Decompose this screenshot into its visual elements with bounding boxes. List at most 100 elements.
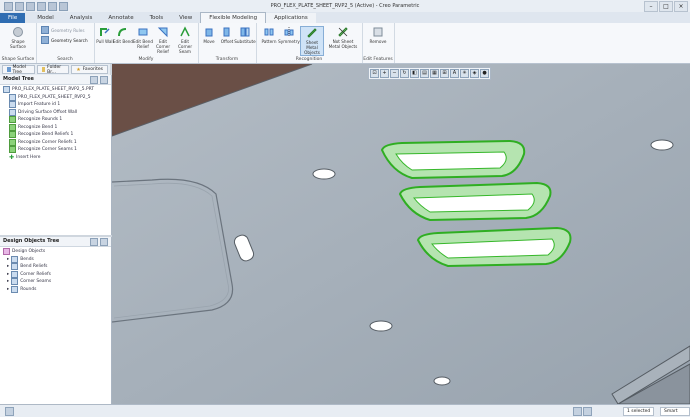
geometry-rules-button[interactable]: Geometry Rules [41,26,85,34]
appearance-icon[interactable]: ● [480,69,489,78]
tree-settings-icon[interactable] [100,76,108,84]
design-object-item[interactable]: ▸ Bend Reliefs [3,263,111,271]
tab-model-tree[interactable]: Model Tree [2,65,35,75]
ribbon-tabs: File Model Analysis Annotate Tools View … [0,12,690,23]
substitute-icon [239,26,251,38]
expand-icon[interactable]: ▸ [7,263,9,271]
shape-surface-button[interactable]: Shape Surface [7,26,29,49]
edit-bend-button[interactable]: Edit Bend [112,26,134,44]
not-sheet-metal-objects-button[interactable]: Not Sheet Metal Objects [328,26,358,49]
shape-surface-icon [12,26,24,38]
close-icon[interactable]: × [674,1,688,12]
design-object-item[interactable]: ▸ Rounds [3,285,111,294]
window-controls: – □ × [644,1,688,12]
edit-corner-seam-icon [179,26,191,38]
tree-item[interactable]: Recognize Bend Reliefs 1 [3,131,111,139]
model-graphics [112,64,690,404]
tab-flexible-modeling[interactable]: Flexible Modeling [200,12,267,23]
expand-icon[interactable]: ▸ [7,256,9,264]
navigator-tabs: Model Tree Folder Br... ★ Favorites [0,64,110,75]
saved-views-icon[interactable]: ▤ [420,69,429,78]
tab-favorites[interactable]: ★ Favorites [71,65,108,74]
symmetry-button[interactable]: Symmetry [278,26,300,44]
sheet-plate [112,64,690,404]
design-objects-panel: Design Objects Tree Design Objects ▸ Bend… [0,237,112,404]
design-object-item[interactable]: ▸ Corner Reliefs [3,270,111,279]
expand-icon[interactable]: ▸ [7,278,9,286]
corner-seams-icon [11,278,19,286]
recognize-icon [9,116,16,124]
tree-root[interactable]: PRO_FLEX_PLATE_SHEET_RVP2_5.PRT [3,86,111,94]
zoom-out-icon[interactable]: − [390,69,399,78]
tree-item[interactable]: Recognize Bend 1 [3,123,111,132]
recognize-icon [9,146,16,154]
edit-corner-relief-button[interactable]: Edit Corner Relief [152,26,174,54]
hole [433,376,451,386]
find-icon[interactable] [573,407,582,416]
edit-corner-relief-icon [157,26,169,38]
design-object-item[interactable]: ▸ Corner Seams [3,278,111,286]
tree-filter-icon[interactable] [90,76,98,84]
view-manager-icon[interactable]: ▦ [430,69,439,78]
expand-icon[interactable]: ▸ [7,286,9,294]
substitute-button[interactable]: Substitute [234,26,256,44]
tree-item[interactable]: Import Feature id 1 [3,101,111,109]
model-tree-panel: Model Tree PRO_FLEX_PLATE_SHEET_RVP2_5.P… [0,75,112,235]
tree-item-insert-here[interactable]: ✚ Insert Here [3,154,111,162]
tree-item[interactable]: Recognize Corner Reliefs 1 [3,138,111,147]
repaint-icon[interactable]: ↻ [400,69,409,78]
bends-icon [11,255,19,263]
group-search: Geometry Rules Geometry Search Search [36,23,95,63]
zoom-in-icon[interactable]: + [380,69,389,78]
tree-item[interactable]: Recognize Corner Seams 1 [3,146,111,154]
edit-corner-seam-button[interactable]: Edit Corner Seam [174,26,196,54]
group-label-recognition: Recognition [295,57,323,62]
design-objects-root[interactable]: Design Objects [3,248,111,256]
sheet-metal-objects-button[interactable]: Sheet Metal Objects [300,26,324,56]
recognize-icon [9,138,16,146]
group-transform: Move Offset Substitute Transform [198,23,257,63]
tab-annotate[interactable]: Annotate [100,13,141,23]
tree-filter-icon[interactable] [90,238,98,246]
datum-display-icon[interactable]: ⊞ [440,69,449,78]
tab-tools[interactable]: Tools [142,13,172,23]
perspective-icon[interactable]: ◈ [470,69,479,78]
geometry-search-button[interactable]: Geometry Search [41,36,88,44]
annotation-display-icon[interactable]: A [450,69,459,78]
selection-filter[interactable]: Smart [660,407,690,416]
tree-item[interactable]: Driving Surface Offset Wall [3,108,111,117]
tree-item[interactable]: Recognize Rounds 1 [3,116,111,124]
star-icon: ★ [76,66,81,73]
minimize-icon[interactable]: – [644,1,658,12]
tab-file[interactable]: File [0,13,26,23]
message-log-icon[interactable] [5,407,14,416]
tree-settings-icon[interactable] [100,238,108,246]
edit-bend-relief-button[interactable]: Edit Bend Relief [132,26,154,49]
tab-applications[interactable]: Applications [266,13,316,23]
tree-item[interactable]: PRO_FLEX_PLATE_SHEET_RVP2_5 [3,93,111,102]
tab-view[interactable]: View [171,13,200,23]
design-objects-title: Design Objects Tree [0,237,111,247]
tab-folder-browser[interactable]: Folder Br... [36,65,70,75]
pattern-button[interactable]: Pattern [258,26,280,44]
wall-icon [9,108,16,116]
design-object-item[interactable]: ▸ Bends [3,255,111,264]
remove-button[interactable]: Remove [367,26,389,44]
geometry-rules-icon [41,26,49,34]
hole [650,139,674,151]
selection-icon[interactable] [583,407,592,416]
move-icon [203,26,215,38]
tab-analysis[interactable]: Analysis [62,13,101,23]
model-tree-tools [90,76,108,84]
refit-icon[interactable]: ⊡ [370,69,379,78]
model-tree-title: Model Tree [0,75,111,85]
binoculars-icon [41,36,49,44]
group-edit-features: Remove Edit Features [362,23,395,63]
expand-icon[interactable]: ▸ [7,271,9,279]
maximize-icon[interactable]: □ [659,1,673,12]
spin-center-icon[interactable]: ✳ [460,69,469,78]
graphics-viewport[interactable]: ⊡ + − ↻ ◧ ▤ ▦ ⊞ A ✳ ◈ ● [112,64,690,404]
display-style-icon[interactable]: ◧ [410,69,419,78]
tab-model[interactable]: Model [29,13,62,23]
part-icon [3,86,10,94]
